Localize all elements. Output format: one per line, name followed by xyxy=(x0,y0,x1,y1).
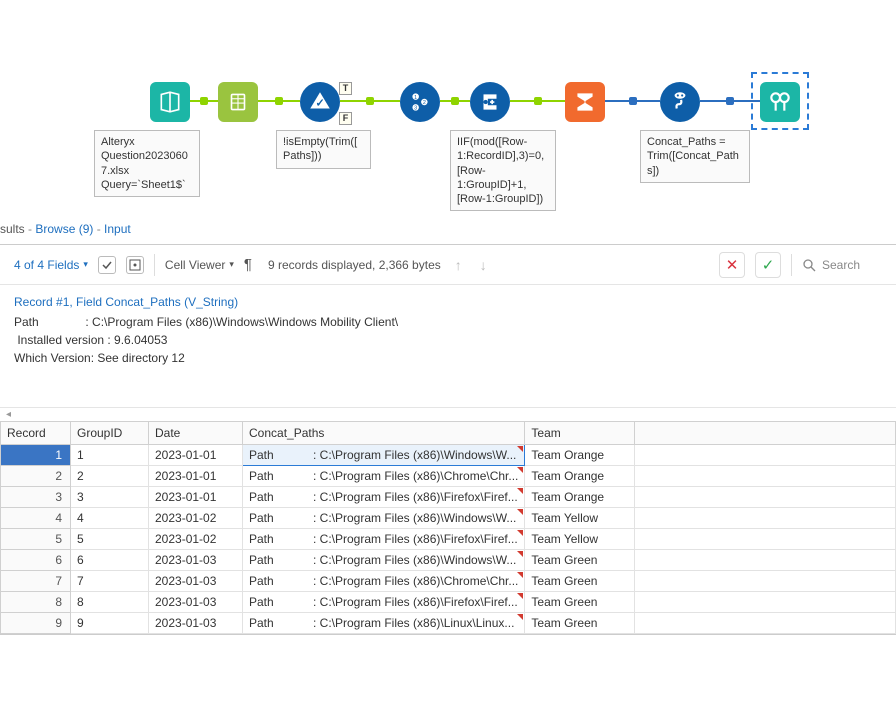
row-number[interactable]: 5 xyxy=(1,529,71,550)
connector-handle[interactable] xyxy=(629,97,637,105)
filter-false-anchor: F xyxy=(339,112,352,125)
truncation-corner-icon xyxy=(517,530,523,536)
row-number[interactable]: 3 xyxy=(1,487,71,508)
input-anchor[interactable]: Input xyxy=(104,222,131,236)
col-header-date[interactable]: Date xyxy=(149,422,243,445)
tool-annotation[interactable]: IIF(mod([Row-1:RecordID],3)=0,[Row-1:Gro… xyxy=(450,130,556,211)
tool-annotation[interactable]: !isEmpty(Trim([Paths])) xyxy=(276,130,371,169)
truncation-corner-icon xyxy=(517,509,523,515)
tool-multi-row-formula[interactable] xyxy=(470,82,510,122)
connector-handle[interactable] xyxy=(451,97,459,105)
svg-text:2: 2 xyxy=(423,100,426,106)
row-number[interactable]: 4 xyxy=(1,508,71,529)
selection-frame xyxy=(751,72,809,130)
truncation-corner-icon xyxy=(517,572,523,578)
search-input[interactable]: Search xyxy=(802,258,882,272)
truncation-corner-icon xyxy=(517,593,523,599)
cell-detail-header: Record #1, Field Concat_Paths (V_String) xyxy=(14,295,882,309)
results-toolbar: 4 of 4 Fields ▾ Cell Viewer ▾ ¶ 9 record… xyxy=(0,245,896,285)
connector-handle[interactable] xyxy=(534,97,542,105)
row-number[interactable]: 9 xyxy=(1,613,71,634)
truncation-corner-icon xyxy=(517,446,523,452)
row-number[interactable]: 6 xyxy=(1,550,71,571)
svg-text:✓: ✓ xyxy=(315,97,324,109)
row-number[interactable]: 8 xyxy=(1,592,71,613)
tool-select[interactable] xyxy=(218,82,258,122)
table-row[interactable]: 112023-01-01Path: C:\Program Files (x86)… xyxy=(1,445,896,466)
apply-cell-button[interactable]: ✓ xyxy=(755,252,781,278)
fields-dropdown[interactable]: 4 of 4 Fields ▾ xyxy=(14,258,88,272)
tool-annotation[interactable]: Alteryx Question20230607.xlsx Query=`She… xyxy=(94,130,200,197)
table-row[interactable]: 442023-01-02Path: C:\Program Files (x86)… xyxy=(1,508,896,529)
check-fields-icon[interactable] xyxy=(98,256,116,274)
col-header-team[interactable]: Team xyxy=(525,422,635,445)
row-number[interactable]: 7 xyxy=(1,571,71,592)
svg-text:1: 1 xyxy=(414,95,417,101)
col-header-record[interactable]: Record xyxy=(1,422,71,445)
table-row[interactable]: 552023-01-02Path: C:\Program Files (x86)… xyxy=(1,529,896,550)
next-record-button[interactable]: ↓ xyxy=(476,257,491,273)
connector-handle[interactable] xyxy=(726,97,734,105)
close-cell-button[interactable]: ✕ xyxy=(719,252,745,278)
table-row[interactable]: 882023-01-03Path: C:\Program Files (x86)… xyxy=(1,592,896,613)
tool-input-data[interactable] xyxy=(150,82,190,122)
search-icon xyxy=(802,258,816,272)
svg-text:3: 3 xyxy=(414,106,417,112)
table-row[interactable]: 772023-01-03Path: C:\Program Files (x86)… xyxy=(1,571,896,592)
tool-record-id[interactable]: 123 xyxy=(400,82,440,122)
tool-filter[interactable]: ✓ xyxy=(300,82,340,122)
tool-summarize[interactable] xyxy=(565,82,605,122)
col-header-concat[interactable]: Concat_Paths xyxy=(243,422,525,445)
connector-handle[interactable] xyxy=(200,97,208,105)
browse-anchor[interactable]: Browse (9) xyxy=(35,222,93,236)
row-number[interactable]: 2 xyxy=(1,466,71,487)
results-panel: 4 of 4 Fields ▾ Cell Viewer ▾ ¶ 9 record… xyxy=(0,244,896,635)
col-header-groupid[interactable]: GroupID xyxy=(71,422,149,445)
filter-true-anchor: T xyxy=(339,82,352,95)
workflow-canvas[interactable]: ✓ 123 Alteryx Question20230607.xlsx Query… xyxy=(0,0,896,218)
row-number[interactable]: 1 xyxy=(1,445,71,466)
metadata-toggle-icon[interactable] xyxy=(126,256,144,274)
table-row[interactable]: 222023-01-01Path: C:\Program Files (x86)… xyxy=(1,466,896,487)
horizontal-scroll[interactable]: ◂ xyxy=(0,407,896,421)
results-tabstrip: sults - Browse (9) - Input xyxy=(0,218,896,244)
table-row[interactable]: 332023-01-01Path: C:\Program Files (x86)… xyxy=(1,487,896,508)
cell-viewer-dropdown[interactable]: Cell Viewer ▾ xyxy=(165,258,234,272)
truncation-corner-icon xyxy=(517,614,523,620)
table-row[interactable]: 662023-01-03Path: C:\Program Files (x86)… xyxy=(1,550,896,571)
table-row[interactable]: 992023-01-03Path: C:\Program Files (x86)… xyxy=(1,613,896,634)
truncation-corner-icon xyxy=(517,488,523,494)
record-count: 9 records displayed, 2,366 bytes xyxy=(268,258,441,272)
tool-formula[interactable] xyxy=(660,82,700,122)
truncation-corner-icon xyxy=(517,551,523,557)
results-table[interactable]: Record GroupID Date Concat_Paths Team 11… xyxy=(0,421,896,634)
tool-annotation[interactable]: Concat_Paths = Trim([Concat_Paths]) xyxy=(640,130,750,183)
results-tab[interactable]: sults xyxy=(0,222,25,236)
prev-record-button[interactable]: ↑ xyxy=(451,257,466,273)
cell-detail: Record #1, Field Concat_Paths (V_String)… xyxy=(0,285,896,407)
connector-handle[interactable] xyxy=(366,97,374,105)
whitespace-toggle-icon[interactable]: ¶ xyxy=(244,256,252,273)
connector-handle[interactable] xyxy=(275,97,283,105)
truncation-corner-icon xyxy=(517,467,523,473)
